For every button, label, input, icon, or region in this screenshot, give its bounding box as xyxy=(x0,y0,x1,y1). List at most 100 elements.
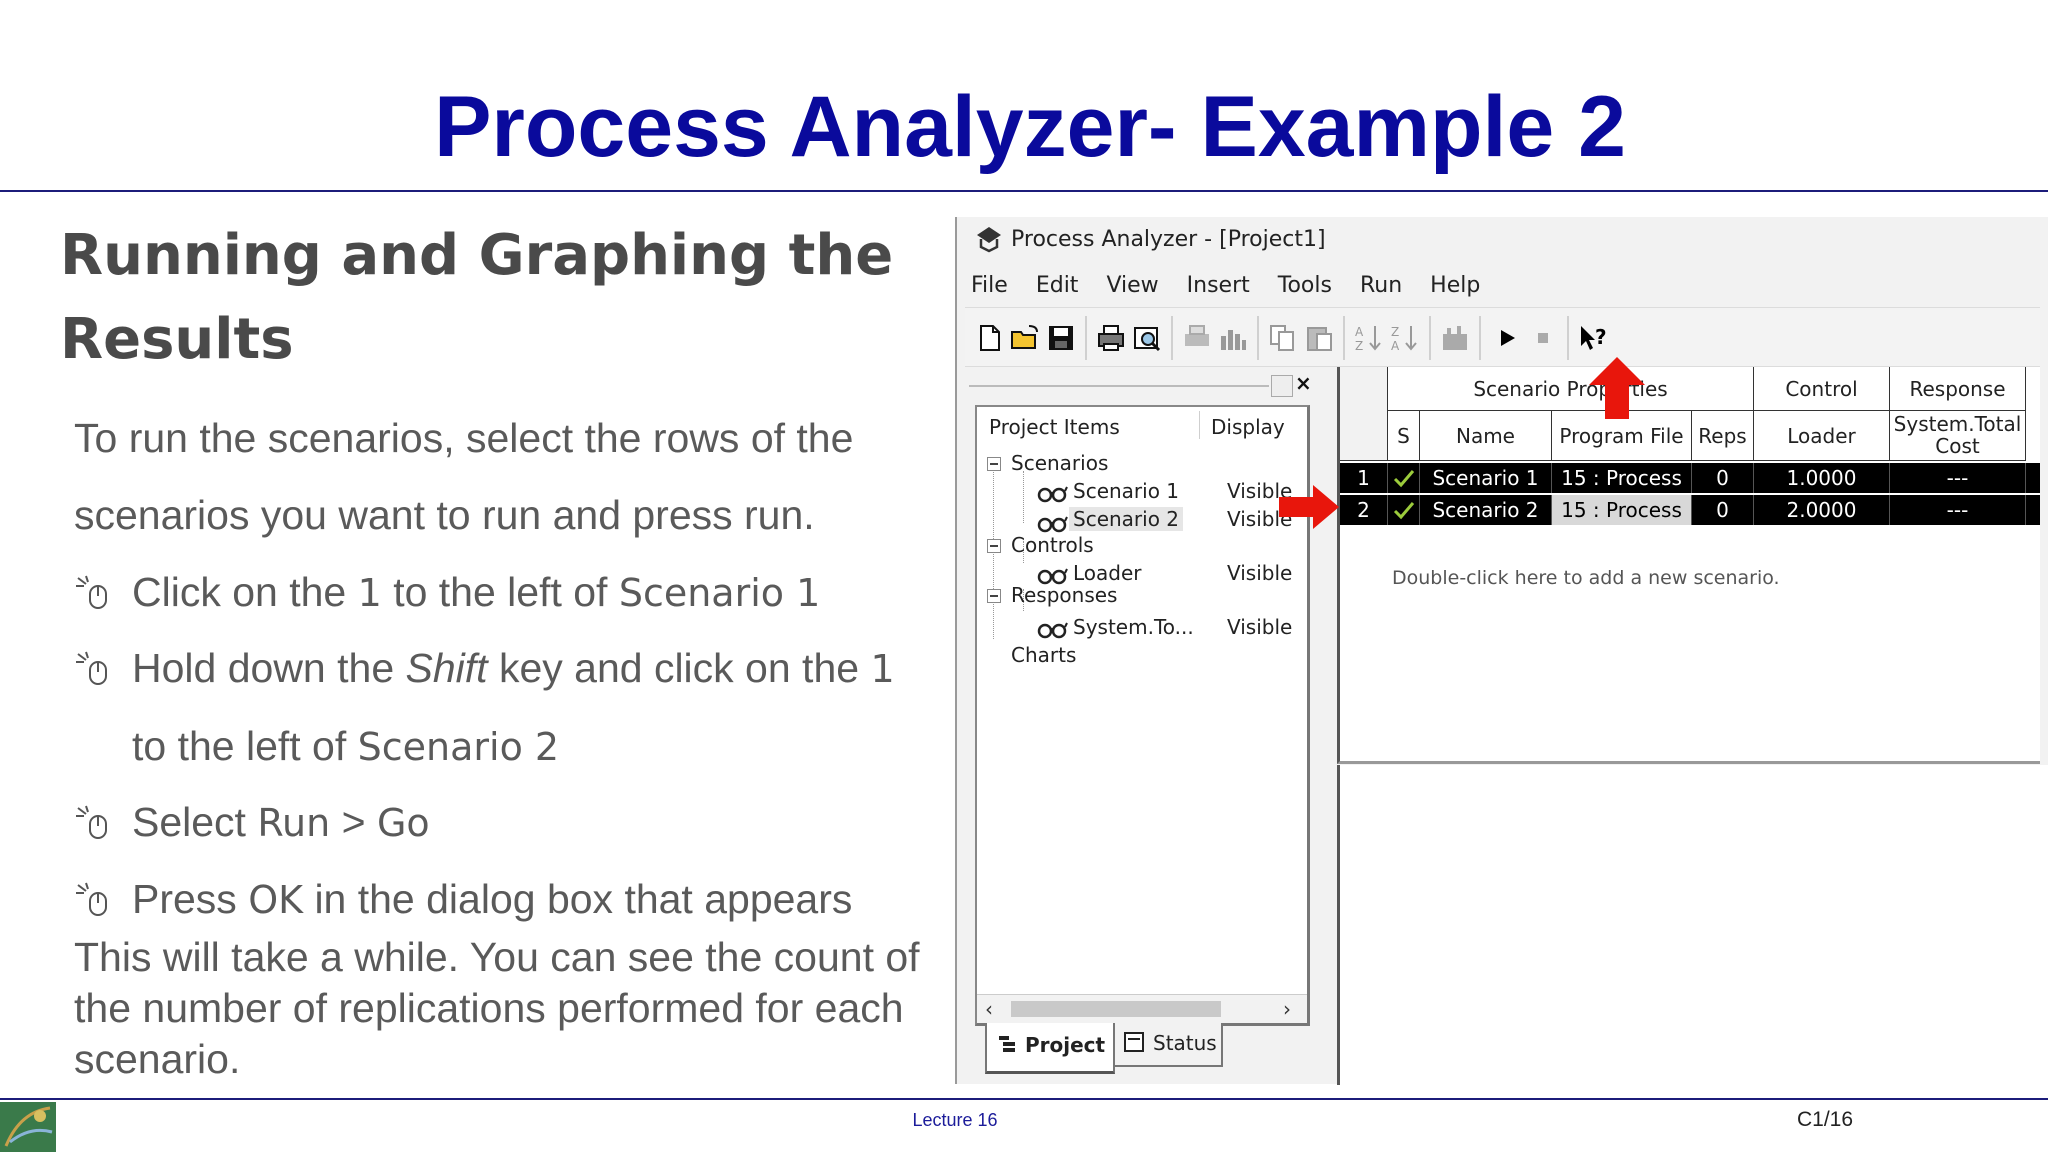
red-arrow-right-icon xyxy=(1279,485,1339,529)
scroll-right-icon[interactable]: › xyxy=(1283,997,1291,1021)
glasses-icon xyxy=(1037,622,1068,639)
row-number[interactable]: 1 xyxy=(1340,463,1388,493)
tree-col-display: Display xyxy=(1211,415,1285,439)
row-response[interactable]: --- xyxy=(1890,495,2026,525)
tab-project-label: Project xyxy=(1025,1033,1106,1057)
add-scenario-hint[interactable]: Double-click here to add a new scenario. xyxy=(1392,567,1780,589)
menu-tools[interactable]: Tools xyxy=(1278,273,1332,298)
menu-help[interactable]: Help xyxy=(1430,273,1480,298)
toolbar-separator xyxy=(1257,316,1259,360)
bullet-3-mid: > xyxy=(330,799,377,845)
tree-node-responses[interactable]: Responses xyxy=(1011,583,1117,607)
menu-edit[interactable]: Edit xyxy=(1036,273,1079,298)
dock-close-icon[interactable]: × xyxy=(1295,371,1312,395)
mouse-click-icon xyxy=(76,882,107,916)
app-logo-icon xyxy=(977,227,1001,253)
red-arrow-up-icon xyxy=(1589,357,1645,419)
menu-file[interactable]: File xyxy=(971,273,1008,298)
mouse-click-icon xyxy=(76,651,107,685)
menu-run[interactable]: Run xyxy=(1360,273,1402,298)
row-program-file[interactable]: 15 : Process xyxy=(1552,495,1692,525)
horizontal-scrollbar[interactable]: ‹ › xyxy=(977,994,1307,1023)
row-number[interactable]: 2 xyxy=(1340,495,1388,525)
chart-area xyxy=(1337,765,2048,1085)
help-pointer-icon[interactable]: ? xyxy=(1577,322,1609,354)
pane-dock-bar: × xyxy=(965,371,1327,397)
collapse-responses-icon[interactable] xyxy=(987,589,1001,603)
tab-project[interactable]: Project xyxy=(985,1023,1115,1074)
project-tree-pane: Project Items Display Scenarios Scenario… xyxy=(975,405,1310,1026)
toolbar: AZ ZA ? xyxy=(965,307,2040,367)
row-response[interactable]: --- xyxy=(1890,463,2026,493)
tab-status-label: Status xyxy=(1153,1031,1217,1055)
tree-node-loader[interactable]: Loader xyxy=(1073,561,1142,585)
dock-pin-icon[interactable] xyxy=(1271,375,1293,397)
run-icon[interactable] xyxy=(1491,322,1523,354)
tree-node-scenarios[interactable]: Scenarios xyxy=(1011,451,1108,475)
glasses-icon xyxy=(1037,568,1068,585)
toolbar-separator xyxy=(1343,316,1345,360)
save-icon[interactable] xyxy=(1045,322,1077,354)
bullet-3-mono2: Go xyxy=(376,801,430,845)
tree-header: Project Items Display xyxy=(977,407,1307,445)
row-loader[interactable]: 1.0000 xyxy=(1754,463,1890,493)
check-icon xyxy=(1393,502,1414,520)
scroll-thumb[interactable] xyxy=(1011,1001,1221,1017)
paste-icon[interactable] xyxy=(1303,322,1335,354)
tree-col-items: Project Items xyxy=(989,415,1120,439)
process-analyzer-window: Process Analyzer - [Project1] File Edit … xyxy=(955,217,2048,1085)
table-row[interactable]: 1 Scenario 1 15 : Process 0 1.0000 --- xyxy=(1340,463,2040,493)
tree-node-charts[interactable]: Charts xyxy=(1011,643,1076,667)
table-row[interactable]: 2 Scenario 2 15 : Process 0 2.0000 --- xyxy=(1340,495,2040,525)
bullet-2-italic: Shift xyxy=(405,645,488,691)
open-icon[interactable] xyxy=(1009,322,1041,354)
svg-text:A: A xyxy=(1391,339,1400,353)
scroll-left-icon[interactable]: ‹ xyxy=(985,997,993,1021)
mouse-click-icon xyxy=(76,575,107,609)
disabled-print-icon[interactable] xyxy=(1181,322,1213,354)
stop-icon[interactable] xyxy=(1527,322,1559,354)
slide-number: C1/16 xyxy=(1796,1108,1854,1131)
new-icon[interactable] xyxy=(973,322,1005,354)
copy-icon[interactable] xyxy=(1267,322,1299,354)
print-preview-icon[interactable] xyxy=(1131,322,1163,354)
row-name[interactable]: Scenario 1 xyxy=(1420,463,1552,493)
tree-node-scenario-2[interactable]: Scenario 2 xyxy=(1069,507,1184,531)
print-icon[interactable] xyxy=(1095,322,1127,354)
intro-paragraph: To run the scenarios, select the rows of… xyxy=(74,415,854,538)
tree-display-loader: Visible xyxy=(1227,561,1293,585)
row-checkbox[interactable] xyxy=(1388,463,1420,493)
row-loader[interactable]: 2.0000 xyxy=(1754,495,1890,525)
bullet-2-mid: key and click on the xyxy=(487,645,871,691)
collapse-scenarios-icon[interactable] xyxy=(987,457,1001,471)
col-name: Name xyxy=(1420,411,1552,461)
row-reps[interactable]: 0 xyxy=(1692,495,1754,525)
sort-descending-icon[interactable]: ZA xyxy=(1389,322,1421,354)
row-program-file[interactable]: 15 : Process xyxy=(1552,463,1692,493)
bullet-2-line2pre: to the left of xyxy=(132,723,358,769)
tree-node-scenario-1[interactable]: Scenario 1 xyxy=(1073,479,1179,503)
col-s: S xyxy=(1388,411,1420,461)
menu-insert[interactable]: Insert xyxy=(1187,273,1250,298)
chart-icon[interactable] xyxy=(1217,322,1249,354)
row-name[interactable]: Scenario 2 xyxy=(1420,495,1552,525)
bullet-1-mid: to the left of xyxy=(381,569,619,615)
menu-view[interactable]: View xyxy=(1106,273,1158,298)
bullet-3-mono1: Run xyxy=(257,801,331,845)
bullet-1-pre: Click on the xyxy=(132,569,358,615)
svg-text:Z: Z xyxy=(1391,325,1399,339)
window-title: Process Analyzer - [Project1] xyxy=(1011,227,1326,252)
menu-bar: File Edit View Insert Tools Run Help xyxy=(971,273,1508,298)
tab-status[interactable]: Status xyxy=(1113,1023,1223,1067)
sort-ascending-icon[interactable]: AZ xyxy=(1353,322,1385,354)
disabled-chart-icon[interactable] xyxy=(1439,322,1471,354)
row-checkbox[interactable] xyxy=(1388,495,1420,525)
mouse-click-icon xyxy=(76,805,107,839)
row-reps[interactable]: 0 xyxy=(1692,463,1754,493)
header-control: Control xyxy=(1754,367,1890,411)
slide-subtitle: Running and Graphing the Results xyxy=(60,223,894,372)
collapse-controls-icon[interactable] xyxy=(987,539,1001,553)
tree-node-system-total[interactable]: System.To... xyxy=(1073,615,1194,639)
tree-connector xyxy=(1023,471,1024,523)
tree-node-controls[interactable]: Controls xyxy=(1011,533,1094,557)
